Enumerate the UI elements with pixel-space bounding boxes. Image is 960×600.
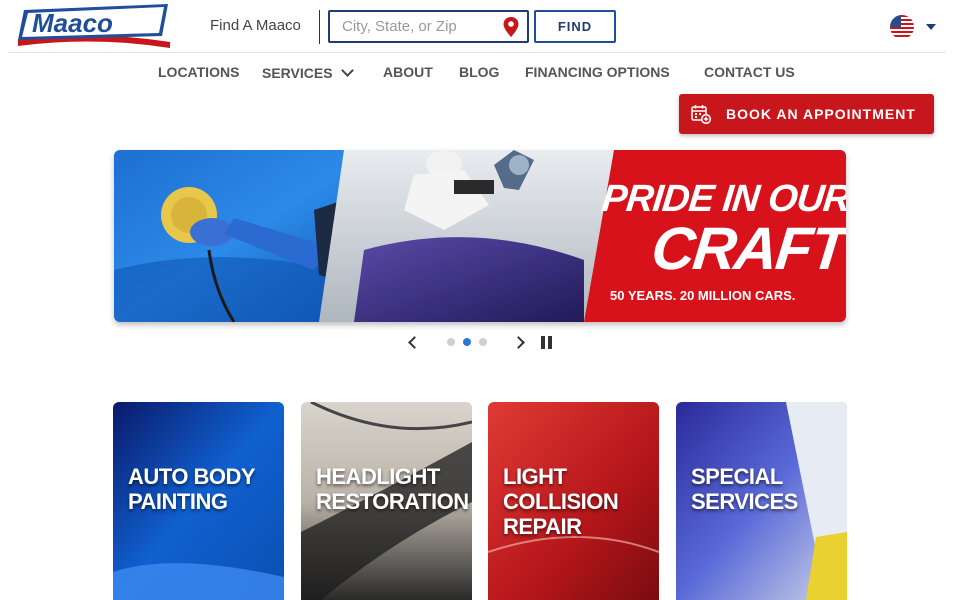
hero-text-panel: PRIDE IN OUR CRAFT 50 YEARS. 20 MILLION … xyxy=(584,150,846,322)
svg-text:Maaco: Maaco xyxy=(32,8,113,38)
carousel-next-button[interactable] xyxy=(512,334,528,350)
service-card-headlight-restoration[interactable]: HEADLIGHT RESTORATION xyxy=(301,402,472,600)
chevron-right-icon xyxy=(512,336,525,349)
main-nav: LOCATIONS SERVICES ABOUT BLOG FINANCING … xyxy=(0,64,960,86)
hero-subline: 50 YEARS. 20 MILLION CARS. xyxy=(610,288,796,303)
nav-services-label: SERVICES xyxy=(262,65,333,81)
nav-financing-options[interactable]: FINANCING OPTIONS xyxy=(525,64,670,80)
maaco-logo[interactable]: Maaco xyxy=(14,2,174,52)
nav-blog[interactable]: BLOG xyxy=(459,64,499,80)
chevron-left-icon xyxy=(408,336,421,349)
calendar-icon xyxy=(691,105,711,124)
carousel-dot-3[interactable] xyxy=(479,338,487,346)
header-divider xyxy=(319,10,320,44)
us-flag-icon[interactable] xyxy=(890,15,914,39)
find-button[interactable]: FIND xyxy=(534,10,616,43)
location-search-box xyxy=(328,10,529,43)
hero-banner[interactable]: PRIDE IN OUR CRAFT 50 YEARS. 20 MILLION … xyxy=(114,150,846,322)
carousel-dot-1[interactable] xyxy=(447,338,455,346)
carousel-pause-button[interactable] xyxy=(541,336,553,349)
header-divider-line xyxy=(8,52,946,53)
carousel-prev-button[interactable] xyxy=(406,334,422,350)
pause-icon xyxy=(541,336,545,349)
service-card-auto-body-painting[interactable]: AUTO BODY PAINTING xyxy=(113,402,284,600)
chevron-down-icon xyxy=(340,64,354,77)
book-appointment-button[interactable]: BOOK AN APPOINTMENT xyxy=(679,94,934,134)
service-card-title: HEADLIGHT RESTORATION xyxy=(316,464,469,514)
service-card-light-collision-repair[interactable]: LIGHT COLLISION REPAIR xyxy=(488,402,659,600)
nav-contact-us[interactable]: CONTACT US xyxy=(704,64,795,80)
service-card-special-services[interactable]: SPECIAL SERVICES xyxy=(676,402,847,600)
language-caret-icon[interactable] xyxy=(926,24,936,30)
service-card-title: AUTO BODY PAINTING xyxy=(128,464,255,514)
find-a-maaco-label: Find A Maaco xyxy=(210,17,301,34)
nav-about[interactable]: ABOUT xyxy=(383,64,433,80)
service-card-title: LIGHT COLLISION REPAIR xyxy=(503,464,619,539)
service-card-title: SPECIAL SERVICES xyxy=(691,464,798,514)
map-pin-icon[interactable] xyxy=(503,17,519,37)
nav-services[interactable]: SERVICES xyxy=(262,64,354,81)
carousel-dot-2[interactable] xyxy=(463,338,471,346)
nav-locations[interactable]: LOCATIONS xyxy=(158,64,239,80)
book-appointment-label: BOOK AN APPOINTMENT xyxy=(726,106,916,122)
hero-headline-line2: CRAFT xyxy=(648,215,846,282)
site-header: Maaco Find A Maaco FIND xyxy=(0,0,960,52)
location-search-input[interactable] xyxy=(330,12,490,41)
